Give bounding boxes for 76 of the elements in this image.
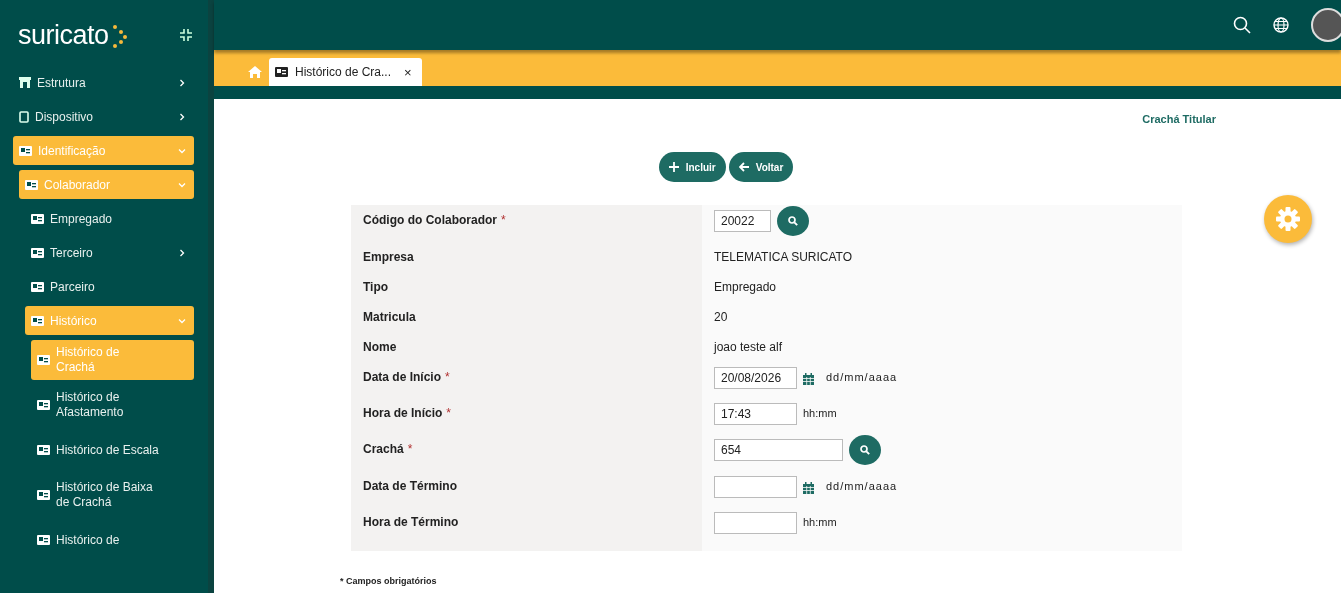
chevron-down-icon (178, 146, 186, 155)
chevron-down-icon (178, 316, 186, 325)
id-card-icon (37, 490, 50, 500)
input-field[interactable]: 20022 (714, 210, 771, 232)
plus-icon (668, 162, 679, 172)
menu-item[interactable]: Estrutura (13, 68, 194, 97)
id-card-icon (31, 315, 44, 326)
menu-item[interactable]: Histórico de Escala (31, 430, 194, 470)
input-field[interactable]: 654 (714, 439, 843, 461)
menu-item[interactable]: Histórico de Afastamento (31, 385, 194, 425)
chevron-right-icon (178, 112, 186, 121)
add-button[interactable]: Incluir (658, 152, 726, 182)
field-value: joao teste alf (714, 340, 783, 354)
field-label: Tipo (363, 280, 389, 294)
id-card-icon (25, 179, 38, 190)
format-hint: hh:mm (803, 516, 837, 528)
suricato-logo: suricato (18, 19, 127, 51)
badge-holder-link[interactable]: Crachá Titular (1142, 113, 1216, 125)
search-icon (860, 445, 870, 455)
required-fields-note: * Campos obrigatórios (340, 576, 438, 586)
time-field[interactable] (714, 512, 797, 534)
required-mark: * (445, 370, 450, 384)
field-value: TELEMATICA SURICATO (714, 250, 853, 264)
search-button[interactable] (849, 435, 881, 465)
format-hint: dd/mm/aaaa (826, 480, 898, 492)
tablet-icon (19, 110, 29, 123)
menu-item[interactable]: Parceiro (25, 272, 194, 301)
calendar-icon[interactable] (803, 482, 814, 494)
avatar[interactable] (1311, 8, 1341, 42)
back-button[interactable]: Voltar (728, 152, 794, 182)
id-card-icon (37, 355, 50, 365)
menu-item[interactable]: Histórico de (31, 520, 194, 560)
field-label: Data de Início (363, 370, 442, 384)
id-card-icon (19, 145, 32, 156)
close-button[interactable]: × (404, 64, 412, 80)
field-label: Código do Colaborador (363, 213, 497, 227)
id-card-icon (37, 400, 50, 410)
id-card-icon (31, 281, 44, 292)
date-field[interactable]: 20/08/2026 (714, 367, 797, 389)
id-card-icon (31, 247, 44, 258)
search-icon[interactable] (1233, 16, 1251, 34)
field-label: Empresa (363, 250, 414, 264)
search-icon (788, 216, 798, 226)
chevron-right-icon (178, 248, 186, 257)
chevron-down-icon (178, 180, 186, 189)
globe-icon[interactable] (1273, 17, 1289, 33)
menu-item[interactable]: Empregado (25, 204, 194, 233)
field-label: Crachá (363, 442, 404, 456)
chevron-right-icon (178, 78, 186, 87)
field-label: Nome (363, 340, 397, 354)
date-field[interactable] (714, 476, 797, 498)
format-hint: dd/mm/aaaa (826, 371, 898, 383)
field-label: Hora de Início (363, 406, 443, 420)
collapse-icon[interactable] (180, 29, 192, 41)
search-button[interactable] (777, 206, 809, 236)
building-icon (19, 77, 31, 88)
arrow-left-icon (738, 162, 749, 172)
id-card-icon (37, 445, 50, 455)
field-label: Hora de Término (363, 515, 459, 529)
required-mark: * (501, 213, 506, 227)
field-value: 20 (714, 310, 728, 324)
menu-item[interactable]: Dispositivo (13, 102, 194, 131)
required-mark: * (407, 442, 413, 456)
time-field[interactable]: 17:43 (714, 403, 797, 425)
field-label: Matricula (363, 310, 416, 324)
field-label: Data de Término (363, 479, 458, 493)
format-hint: hh:mm (803, 407, 837, 419)
tab[interactable]: Histórico de Cra... × (269, 58, 422, 86)
calendar-icon[interactable] (803, 373, 814, 385)
required-mark: * (446, 406, 452, 420)
id-card-icon (31, 213, 44, 224)
id-card-icon (275, 67, 288, 77)
menu-item[interactable]: Histórico de Baixa de Crachá (31, 475, 194, 515)
id-card-icon (37, 535, 50, 545)
menu-item[interactable]: Terceiro (25, 238, 194, 267)
field-value: Empregado (714, 280, 777, 294)
